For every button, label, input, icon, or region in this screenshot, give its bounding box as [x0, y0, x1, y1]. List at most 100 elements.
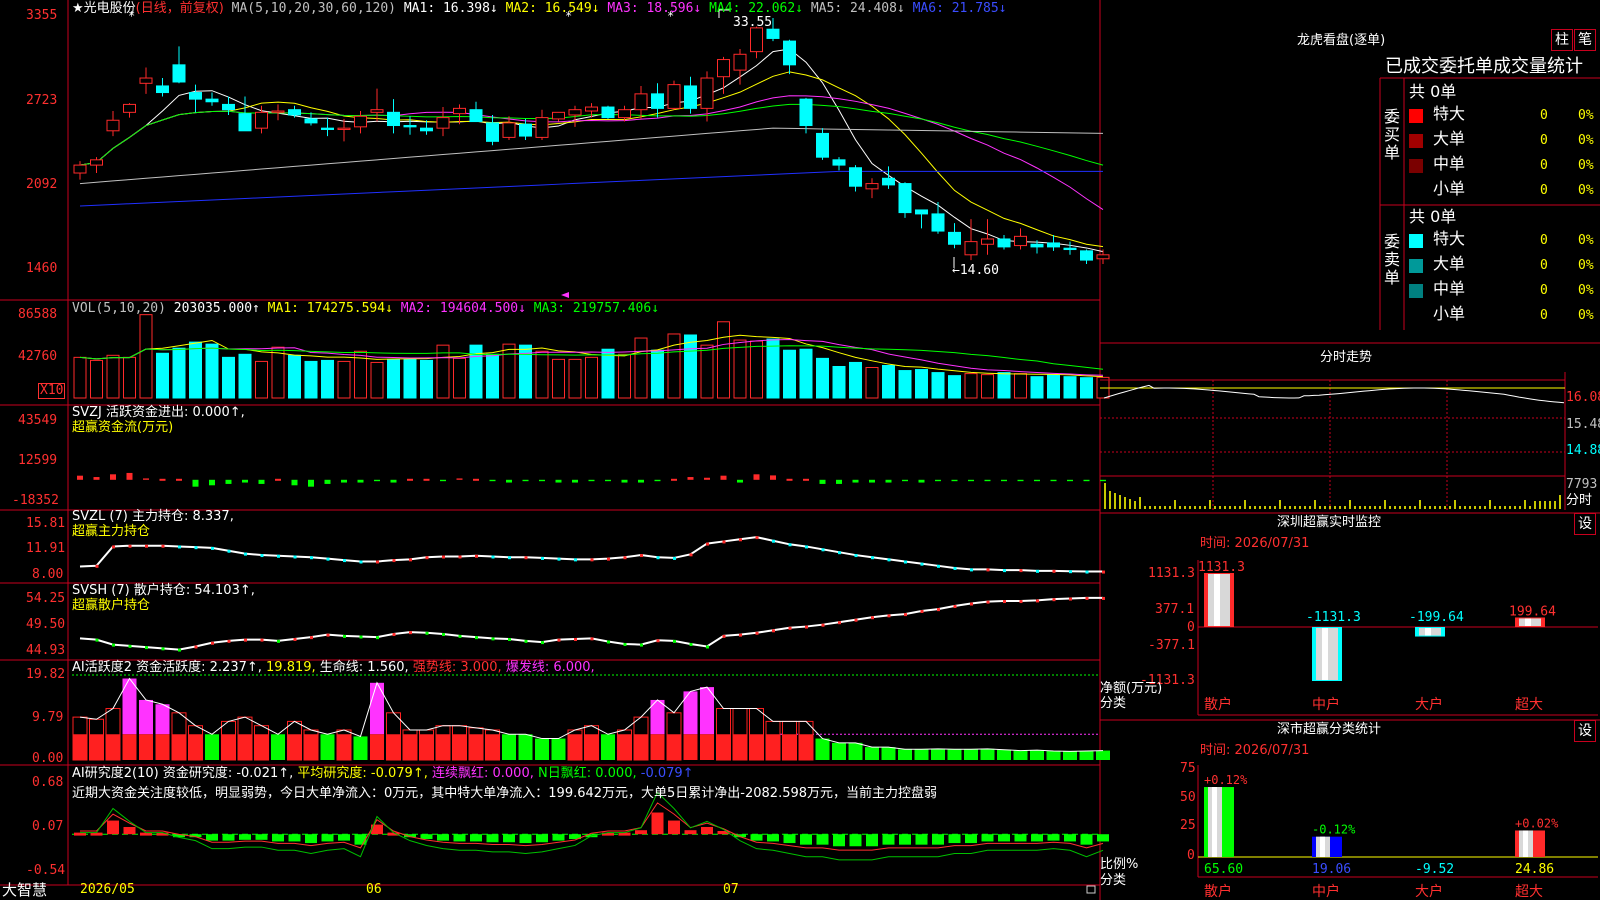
volume-bar [486, 353, 499, 399]
intraday-volume-bar [1439, 506, 1441, 509]
candle-body [403, 125, 417, 128]
main-holding-dot [541, 556, 544, 560]
activity-bar-base [419, 734, 434, 760]
ai-research-tick: 0.07 [32, 819, 64, 834]
lhb-title: 龙虎看盘(逐单) [1297, 33, 1386, 48]
fund-flow-bar [803, 478, 809, 481]
main-holding-dot [128, 544, 132, 548]
research-bar [1031, 834, 1043, 842]
main-holding-dot [211, 546, 214, 550]
svzl-tick: 15.81 [26, 516, 66, 531]
main-holding-dot [343, 559, 346, 563]
ai2-lifeline: 生命线: 1.560, [319, 660, 409, 675]
intraday-volume-bar [1314, 500, 1316, 509]
candle-body [568, 109, 582, 116]
intraday-volume-bar [1269, 506, 1271, 509]
activity-bar-low [551, 738, 566, 760]
svzj-subtitle: 超赢资金流(万元) [72, 420, 174, 435]
tab-order-stats[interactable]: 已成交委托单成交量统计 [1385, 57, 1583, 77]
sell-color-swatch [1409, 233, 1423, 248]
sz-bar-highlight [1322, 628, 1328, 680]
fund-flow-bar [77, 475, 83, 480]
fund-flow-bar [1034, 479, 1040, 482]
svzl-tick: 11.91 [26, 541, 66, 556]
intraday-volume-bar [1254, 506, 1256, 509]
intraday-label: 分时 [1566, 493, 1593, 508]
main-holding-dot [359, 560, 363, 564]
sz-settings-button[interactable]: 设 [1574, 513, 1596, 535]
sz-bar-highlight [1425, 628, 1431, 636]
bar-mode-button[interactable]: 柱 [1551, 29, 1573, 51]
activity-bar-low [1096, 750, 1110, 760]
research-bar [239, 834, 251, 840]
research-bar [552, 834, 565, 841]
volume-bar [618, 353, 631, 399]
intraday-volume-bar [1199, 506, 1201, 509]
ss-category-label: 大户 [1415, 883, 1443, 900]
main-holding-dot [161, 544, 165, 548]
price-header: ★光电股份(日线，前复权) MA(5,10,20,30,60,120) MA1:… [72, 2, 1007, 16]
retail-holding-dot [112, 643, 115, 647]
retail-holding-dot [1102, 596, 1105, 600]
activity-bar-base [188, 734, 203, 760]
ai-research-comment: 近期大资金关注度较低，明显弱势，今日大单净流入：0万元，其中特大单净流入：199… [72, 786, 938, 801]
retail-holding-dot [838, 621, 841, 625]
ss-tick: 0 [1187, 848, 1195, 863]
activity-bar-base [172, 734, 186, 760]
retail-holding-dot [871, 616, 874, 620]
sell-row-label: 大单 [1433, 254, 1466, 273]
fund-flow-bar [935, 479, 941, 482]
retail-holding-dot [953, 605, 957, 609]
fund-flow-bar [852, 479, 859, 483]
intraday-volume-bar [1499, 506, 1501, 509]
main-holding-dot [1019, 569, 1023, 573]
activity-bar-low [832, 742, 846, 760]
ss-settings-button[interactable]: 设 [1574, 720, 1596, 742]
research-bar [1097, 834, 1109, 842]
ss-category-label: 中户 [1312, 883, 1340, 900]
intraday-volume-bar [1364, 506, 1366, 509]
ai-research-tick: 0.68 [32, 775, 64, 790]
intraday-volume-bar [1519, 506, 1521, 509]
tick-mode-button[interactable]: 笔 [1574, 29, 1596, 51]
main-holding-dot [112, 545, 115, 549]
vol-unit-button[interactable]: X10 [38, 383, 66, 399]
fund-flow-bar [126, 472, 133, 480]
candle-body [370, 109, 384, 113]
candle-body [684, 85, 697, 109]
candle-body [1047, 242, 1060, 248]
fund-flow-bar [407, 478, 413, 481]
price-tick: 2092 [26, 177, 58, 192]
sell-row-count: 0 [1540, 283, 1548, 298]
main-holding-dot [986, 568, 990, 572]
main-holding-dot [1052, 569, 1056, 573]
activity-bar-base [469, 734, 483, 760]
volume-bar [535, 350, 549, 399]
retail-holding-dot [343, 634, 346, 638]
volume-bar [156, 352, 169, 399]
sell-row: 特大 [1409, 231, 1465, 248]
candle-body [717, 59, 730, 78]
main-holding-dot [376, 560, 379, 564]
fund-flow-bar [440, 479, 446, 482]
candle-body [172, 64, 186, 83]
chart-canvas[interactable]: 1131.3 散户 -1131.3 中户 -199.64 大户 199.64 超大 +0.12%… [0, 0, 1600, 900]
fund-flow-bar [522, 479, 529, 482]
intraday-volume-bar [1534, 501, 1536, 509]
ai2-value: 19.819, [266, 660, 316, 675]
svsh-title: SVSH (7) 散户持仓: 54.103↑, [72, 583, 255, 598]
volume-bar [585, 356, 598, 399]
intraday-volume-bar [1369, 506, 1371, 509]
intraday-volume-bar [1379, 506, 1381, 509]
main-holding-dot [937, 564, 940, 568]
candle-body [304, 118, 318, 124]
intraday-volume-bar [1479, 506, 1481, 509]
ma2-value: MA2: 16.549↓ [505, 1, 600, 16]
main-holding-dot [953, 566, 957, 570]
candle-body [238, 113, 252, 132]
main-holding-dot [623, 556, 627, 560]
candle-body [997, 238, 1011, 248]
fund-flow-bar [159, 478, 166, 481]
activity-bar-base [221, 734, 236, 760]
adjust-mode: (日线，前复权) [135, 1, 224, 16]
